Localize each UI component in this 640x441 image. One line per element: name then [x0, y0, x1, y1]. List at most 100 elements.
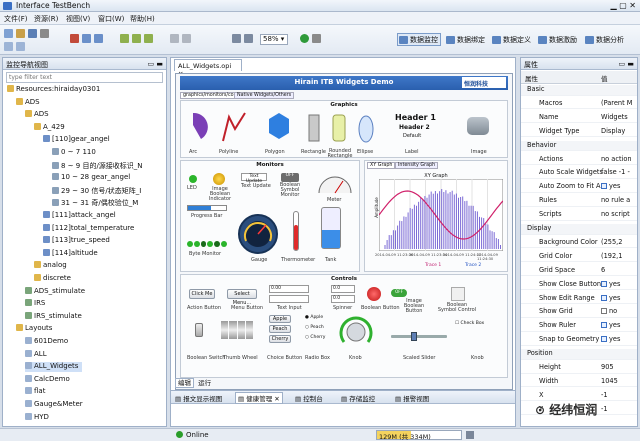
tree-item[interactable]: HYD	[25, 412, 49, 423]
boolean-button[interactable]	[367, 287, 381, 301]
property-value[interactable]: 6	[601, 266, 605, 274]
tree-item[interactable]: ALL	[25, 349, 47, 360]
open-icon[interactable]	[16, 29, 25, 38]
menu-window[interactable]: 窗口(W)	[98, 14, 124, 24]
property-row[interactable]: Name Widgets	[521, 113, 637, 124]
tree-item[interactable]: ADS	[16, 97, 40, 108]
choice-apple[interactable]: Apple	[269, 315, 291, 323]
memory-indicator[interactable]: 129M (共 334M)	[376, 430, 462, 441]
property-value[interactable]: yes	[601, 335, 620, 343]
property-row[interactable]: Grid Space 6	[521, 266, 637, 277]
tree-item[interactable]: ALL_Widgets	[25, 362, 83, 373]
tree-item[interactable]: [110]gear_angel	[43, 135, 110, 145]
property-category[interactable]: Display	[521, 224, 637, 235]
property-value[interactable]: false -1 -	[601, 168, 630, 176]
stop-icon[interactable]	[312, 34, 321, 43]
print-icon[interactable]	[40, 29, 49, 38]
spinner-field[interactable]: 0.0	[331, 285, 355, 293]
tree-item[interactable]: [112]total_temperature	[43, 223, 134, 234]
thumb-wheel[interactable]	[221, 321, 253, 339]
property-value[interactable]: 905	[601, 363, 614, 371]
property-row[interactable]: Actions no action	[521, 155, 637, 165]
radio-apple[interactable]: ● Apple	[305, 315, 323, 320]
undo-icon[interactable]	[4, 42, 13, 51]
tree-item[interactable]: 601Demo	[25, 337, 68, 347]
minimize-icon[interactable]: ▭ ▬	[619, 60, 634, 68]
perspective-stimulus[interactable]: 数据激励	[536, 33, 580, 46]
tree-item[interactable]: ADS	[25, 110, 49, 120]
editor-tab[interactable]: ALL_Widgets.opi ✕	[174, 59, 242, 78]
text-input-field[interactable]: 0.00	[269, 285, 309, 293]
checkbox-icon[interactable]	[601, 294, 607, 301]
property-value[interactable]: (255,2	[601, 238, 622, 246]
tree-item[interactable]: flat	[25, 387, 45, 397]
property-row[interactable]: Width 1045	[521, 377, 637, 388]
property-value[interactable]: 1045	[601, 377, 618, 385]
perspective-definition[interactable]: 数据定义	[490, 33, 534, 46]
tree-item[interactable]: 8 ~ 9 目的/源接收标识_N	[52, 161, 143, 171]
perspective-analysis[interactable]: 数据分析	[583, 33, 627, 46]
tree-item[interactable]: Layouts	[16, 324, 52, 334]
tree-item[interactable]: 10 ~ 28 gear_angel	[52, 173, 130, 183]
paste-icon[interactable]	[94, 34, 103, 43]
run-icon[interactable]	[300, 34, 309, 43]
property-value[interactable]: (192,1	[601, 252, 622, 260]
cut-icon[interactable]	[70, 34, 79, 43]
tab-run[interactable]: 运行	[196, 379, 213, 387]
align-right-icon[interactable]	[144, 34, 153, 43]
perspective-monitor[interactable]: 数据监控	[397, 33, 441, 46]
tree-item[interactable]: ADS_stimulate	[25, 286, 85, 297]
menu-view[interactable]: 视图(V)	[66, 14, 90, 24]
tree-item[interactable]: 29 ~ 30 信号/状态矩阵_I	[52, 186, 141, 196]
menu-help[interactable]: 帮助(H)	[130, 14, 155, 24]
boolean-switch[interactable]	[195, 323, 203, 337]
align-left-icon[interactable]	[120, 34, 129, 43]
tab-intensity-graph[interactable]: Intensity Graph	[395, 162, 439, 169]
tab-edit[interactable]: 编辑	[175, 378, 194, 388]
menu-resource[interactable]: 资源(R)	[34, 14, 58, 24]
copy-icon[interactable]	[82, 34, 91, 43]
property-row[interactable]: Height 905	[521, 363, 637, 374]
radio-peach[interactable]: ○ Peach	[305, 325, 324, 330]
property-row[interactable]: Show Ruler yes	[521, 321, 637, 332]
checkbox-icon[interactable]	[601, 336, 607, 343]
property-value[interactable]: (Parent M	[601, 99, 632, 107]
minimize-icon[interactable]: ▭ ▬	[148, 60, 163, 68]
radio-cherry[interactable]: ○ Cherry	[305, 335, 325, 340]
gc-icon[interactable]	[466, 431, 474, 439]
property-value[interactable]: yes	[601, 321, 620, 329]
property-row[interactable]: Scripts no script	[521, 210, 637, 221]
tree-item[interactable]: IRS_stimulate	[25, 311, 82, 322]
property-value[interactable]: no	[601, 307, 617, 315]
property-row[interactable]: Auto Scale Widgets false -1 -	[521, 168, 637, 179]
choice-cherry[interactable]: Cherry	[269, 335, 291, 343]
choice-peach[interactable]: Peach	[269, 325, 291, 333]
checkbox-icon[interactable]	[601, 183, 607, 190]
property-row[interactable]: Macros (Parent M	[521, 99, 637, 110]
tree-item[interactable]: discrete	[34, 274, 71, 284]
property-row[interactable]: Show Grid no	[521, 307, 637, 318]
property-value[interactable]: Widgets	[601, 113, 628, 121]
zoom-combo[interactable]: 58% ▾	[260, 34, 288, 45]
property-row[interactable]: Snap to Geometry yes	[521, 335, 637, 346]
window-controls[interactable]: ▁ ▢ ✕	[611, 1, 637, 10]
tab-health[interactable]: ▤ 健康管理 ✕	[235, 392, 283, 404]
action-button[interactable]: Click Me	[189, 289, 215, 299]
tree-item[interactable]: 31 ~ 31 奇/偶校验位_M	[52, 198, 138, 208]
property-value[interactable]: yes	[601, 182, 620, 190]
tree-item[interactable]: CalcDemo	[25, 374, 70, 385]
tree-item[interactable]: [114]altitude	[43, 248, 98, 259]
tab-message-view[interactable]: ▤ 报文显示视图	[175, 393, 222, 403]
menu-file[interactable]: 文件(F)	[4, 14, 28, 24]
scaled-slider[interactable]	[391, 332, 447, 341]
subtab-native[interactable]: Native Widgets/Others	[234, 92, 295, 99]
save-icon[interactable]	[28, 29, 37, 38]
checkbox-icon[interactable]	[601, 322, 607, 329]
perspective-binding[interactable]: 数据绑定	[444, 33, 488, 46]
grid-icon[interactable]	[170, 34, 179, 43]
tab-alarm[interactable]: ▤ 报警视图	[395, 393, 429, 403]
redo-icon[interactable]	[16, 42, 25, 51]
property-row[interactable]: Widget Type Display	[521, 127, 637, 138]
tree-item[interactable]: [111]attack_angel	[43, 211, 116, 221]
property-value[interactable]: no script	[601, 210, 630, 218]
